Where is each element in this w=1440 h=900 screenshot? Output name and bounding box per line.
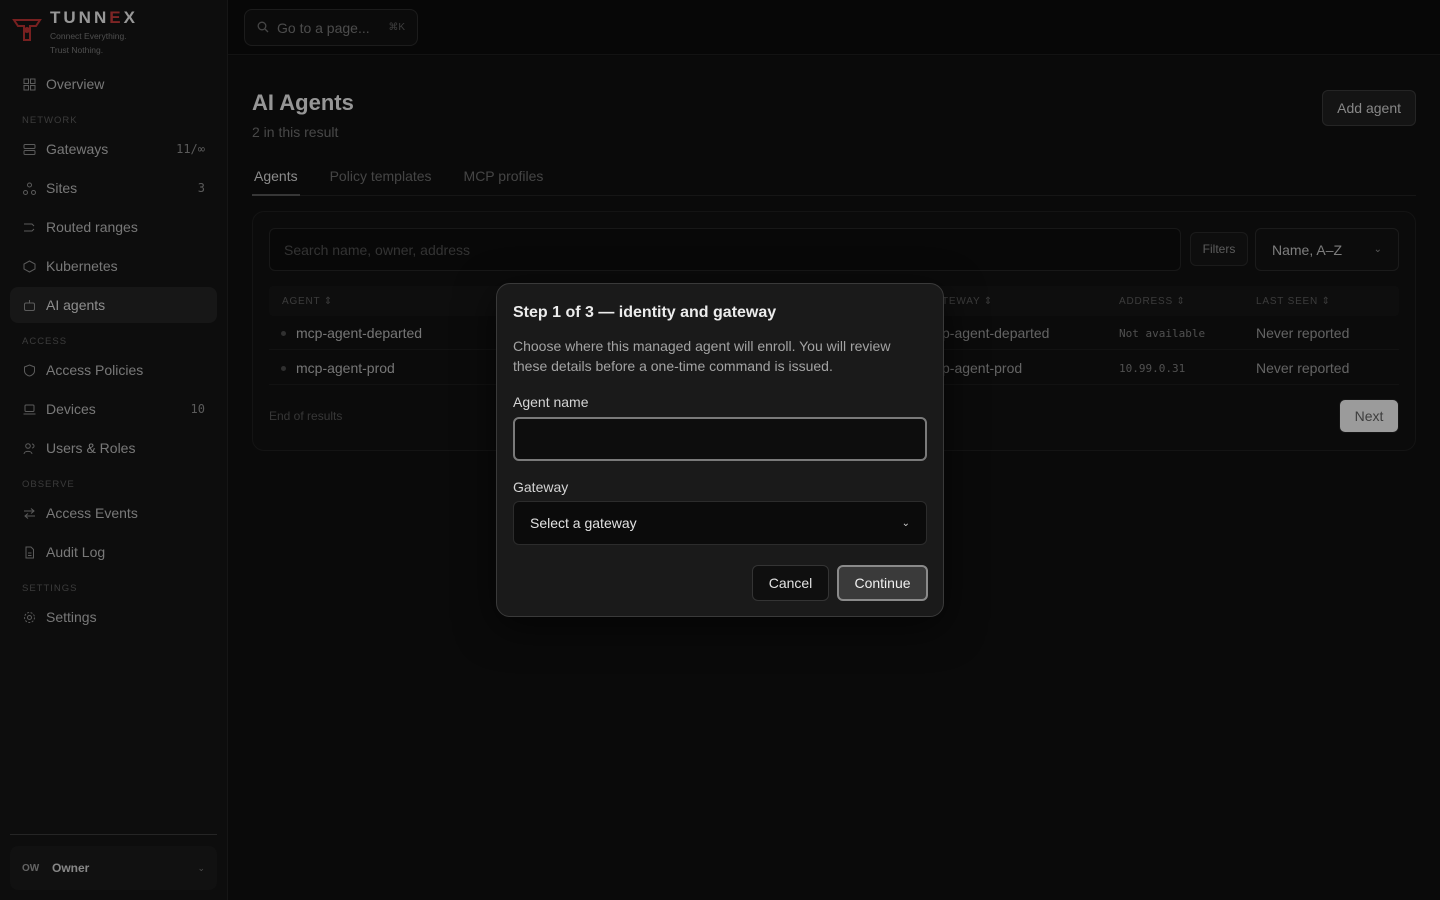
chevron-down-icon: ⌄ <box>901 517 910 529</box>
agent-name-input[interactable] <box>513 417 927 461</box>
agent-name-label: Agent name <box>513 394 589 410</box>
continue-button[interactable]: Continue <box>837 565 928 601</box>
gateway-select-value: Select a gateway <box>530 515 637 531</box>
gateway-select[interactable]: Select a gateway ⌄ <box>513 501 927 545</box>
gateway-label: Gateway <box>513 479 569 495</box>
dialog-title: Step 1 of 3 — identity and gateway <box>513 304 777 321</box>
app: TUNNEX Connect Everything. Trust Nothing… <box>0 0 1440 900</box>
cancel-button[interactable]: Cancel <box>752 565 829 601</box>
dialog-description: Choose where this managed agent will enr… <box>513 338 891 374</box>
add-agent-dialog: Step 1 of 3 — identity and gateway Choos… <box>496 283 944 617</box>
